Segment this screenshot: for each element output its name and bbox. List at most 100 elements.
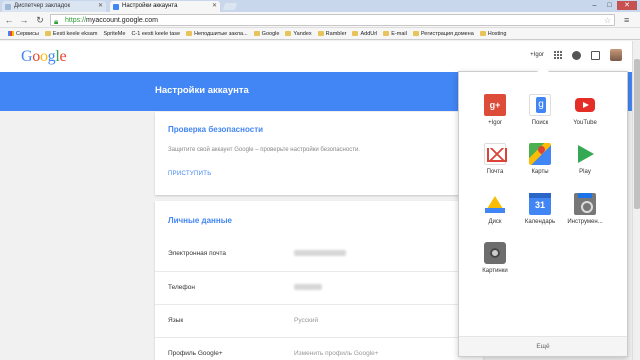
folder-icon	[253, 31, 260, 36]
apps-grid-icon[interactable]	[554, 51, 562, 59]
url-host: myaccount.google.com	[86, 17, 158, 24]
gplus-name-link[interactable]: +Igor	[530, 52, 544, 58]
app-drive[interactable]: Диск	[470, 193, 520, 225]
more-apps-button[interactable]: Ещё	[459, 336, 627, 356]
page-content: Google +Igor Настройки аккаунта Проверка…	[0, 41, 640, 360]
bookmark-item[interactable]: SpriteMe	[0, 31, 125, 74]
row-label: Язык	[168, 317, 184, 324]
app-play[interactable]: Play	[560, 143, 610, 175]
bookmark-item[interactable]: Сервисы	[8, 31, 39, 37]
app-search[interactable]: Поиск	[515, 94, 565, 126]
tab-bookmark-manager[interactable]: Диспетчер закладок ✕	[2, 1, 106, 12]
app-label: Play	[579, 169, 591, 175]
folder-icon	[186, 31, 193, 36]
page-scrollbar[interactable]	[632, 41, 640, 360]
app-gplus[interactable]: g+ +Igor	[470, 94, 520, 126]
bookmark-item[interactable]: Hosting	[479, 30, 507, 37]
folder-icon	[479, 31, 486, 36]
share-icon[interactable]	[591, 50, 600, 60]
bookmark-label: Eesti keele eksam	[52, 30, 98, 37]
maximize-icon[interactable]: □	[602, 1, 617, 10]
drive-icon	[484, 193, 506, 215]
row-label: Профиль Google+	[168, 350, 223, 357]
card-title: Личные данные	[168, 216, 232, 225]
bookmark-label: Регистрация домена	[420, 30, 474, 37]
app-label: Инструмен...	[567, 219, 603, 225]
photos-icon	[484, 242, 506, 264]
gmail-icon	[484, 143, 507, 165]
bookmark-label: Сервисы	[16, 30, 39, 37]
app-youtube[interactable]: YouTube	[560, 94, 610, 126]
back-arrow-icon[interactable]: ←	[4, 15, 14, 25]
tab-account-settings[interactable]: Настройки аккаунта ✕	[110, 1, 220, 12]
bookmark-label: Hosting	[487, 30, 507, 37]
info-row-gplus-profile[interactable]: Профиль Google+ Изменить профиль Google+	[155, 337, 483, 360]
folder-icon	[44, 31, 51, 36]
browser-toolbar: ← → ↻ 🔒︎ https://myaccount.google.com ☆ …	[0, 12, 640, 28]
info-row-phone[interactable]: Телефон	[155, 271, 483, 304]
page-title: Настройки аккаунта	[155, 85, 249, 96]
bookmark-item[interactable]: Rambler	[317, 30, 347, 37]
bookmark-item[interactable]: Yandex	[285, 30, 312, 37]
google-favicon	[113, 4, 119, 10]
app-label: Карты	[531, 169, 549, 175]
close-tab-icon[interactable]: ✕	[98, 1, 103, 12]
google-plus-icon: g+	[484, 94, 506, 116]
app-calendar[interactable]: 31 Календарь	[515, 193, 565, 225]
app-label: Диск	[488, 219, 502, 225]
reload-icon[interactable]: ↻	[35, 15, 45, 25]
scrollbar-thumb[interactable]	[634, 59, 640, 209]
avatar[interactable]	[610, 49, 622, 61]
bookmark-label: AddUrl	[360, 30, 378, 37]
bookmark-item[interactable]: Eesti keele eksam	[44, 30, 98, 37]
chrome-menu-icon[interactable]: ≡	[624, 15, 634, 25]
app-tools[interactable]: Инструмен...	[560, 193, 610, 225]
minimize-icon[interactable]: –	[587, 1, 602, 10]
new-tab-button[interactable]	[222, 3, 238, 10]
row-label: Телефон	[168, 284, 195, 291]
star-bookmark-icon[interactable]: ☆	[604, 15, 611, 26]
youtube-icon	[574, 94, 596, 116]
info-row-language[interactable]: Язык Русский	[155, 304, 483, 337]
bookmark-item[interactable]: C-1 eesti keele tase	[0, 31, 180, 74]
personal-info-card: Личные данные Электронная почта Телефон …	[155, 201, 483, 360]
info-row-email[interactable]: Электронная почта	[155, 238, 483, 271]
folder-icon	[383, 31, 390, 36]
app-label: Поиск	[531, 120, 549, 126]
security-checkup-card: Проверка безопасности Защитите свой акка…	[155, 112, 483, 195]
notifications-icon[interactable]	[572, 50, 581, 60]
app-label: Почта	[486, 169, 504, 175]
tab-label: Настройки аккаунта	[122, 3, 178, 9]
bookmark-label: Google	[261, 30, 280, 37]
bookmark-item[interactable]: Неподшитые закла...	[186, 31, 248, 37]
row-value: Изменить профиль Google+	[294, 350, 379, 357]
app-label: YouTube	[573, 120, 597, 126]
app-maps[interactable]: Карты	[515, 143, 565, 175]
url-scheme: https://	[65, 17, 87, 24]
bookmark-item[interactable]: Регистрация домена	[412, 30, 474, 37]
email-value-redacted	[294, 250, 346, 256]
close-window-icon[interactable]: ✕	[617, 1, 637, 10]
app-label: +Igor	[488, 120, 502, 126]
close-tab-icon[interactable]: ✕	[212, 1, 217, 12]
card-title: Проверка безопасности	[168, 125, 264, 134]
folder-icon	[317, 31, 324, 36]
app-label: Картинки	[482, 268, 508, 274]
bookmark-item[interactable]: E-mail	[383, 31, 407, 37]
start-button[interactable]: ПРИСТУПИТЬ	[168, 171, 211, 177]
bookmark-label: Rambler	[325, 30, 347, 37]
google-logo[interactable]: Google	[21, 48, 67, 66]
maps-icon	[529, 143, 551, 165]
folder-icon	[352, 31, 359, 36]
forward-arrow-icon[interactable]: →	[19, 15, 29, 25]
address-bar[interactable]: 🔒︎ https://myaccount.google.com ☆	[50, 14, 615, 26]
card-description: Защитите свой аккаунт Google – проверьте…	[168, 147, 360, 153]
app-gmail[interactable]: Почта	[470, 143, 520, 175]
app-label: Календарь	[524, 219, 556, 225]
header-actions: +Igor	[530, 49, 622, 61]
bookmark-label: Yandex	[293, 30, 312, 37]
app-photos[interactable]: Картинки	[470, 242, 520, 274]
bookmark-item[interactable]: AddUrl	[352, 31, 377, 37]
play-icon	[574, 143, 596, 165]
bookmark-item[interactable]: Google	[253, 30, 280, 37]
